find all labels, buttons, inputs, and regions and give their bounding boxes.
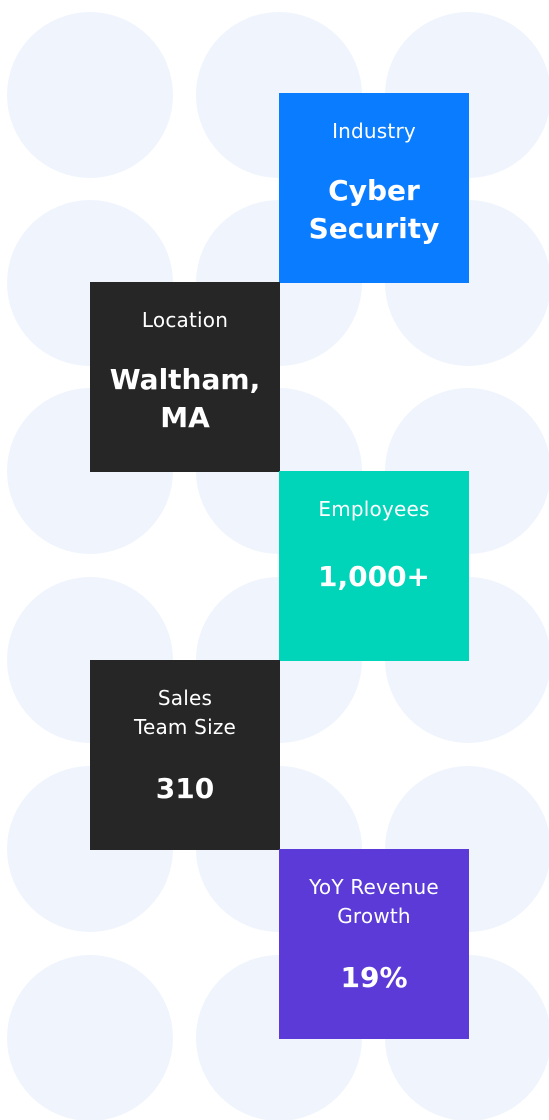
- bg-circle: [7, 955, 173, 1120]
- revenue-growth-card: YoY Revenue Growth 19%: [279, 849, 469, 1039]
- sales-team-value: 310: [155, 772, 215, 805]
- revenue-growth-value: 19%: [340, 961, 408, 994]
- industry-value-line1: Cyber: [328, 174, 420, 207]
- revenue-growth-label: YoY Revenue Growth: [279, 873, 469, 931]
- location-value: Waltham, MA: [90, 361, 280, 437]
- industry-value: Cyber Security: [279, 172, 469, 248]
- employees-value: 1,000+: [317, 560, 431, 593]
- location-label: Location: [141, 308, 229, 332]
- sales-team-label: Sales Team Size: [90, 684, 280, 742]
- industry-value-line2: Security: [308, 212, 440, 245]
- location-value-line2: MA: [160, 401, 210, 434]
- bg-circle: [7, 12, 173, 178]
- location-value-line1: Waltham,: [109, 363, 261, 396]
- sales-team-label-line1: Sales: [157, 686, 213, 710]
- revenue-growth-label-line2: Growth: [337, 904, 411, 928]
- industry-card: Industry Cyber Security: [279, 93, 469, 283]
- industry-label: Industry: [332, 119, 416, 143]
- employees-card: Employees 1,000+: [279, 471, 469, 661]
- revenue-growth-label-line1: YoY Revenue: [309, 875, 439, 899]
- sales-team-label-line2: Team Size: [133, 715, 237, 739]
- location-card: Location Waltham, MA: [90, 282, 280, 472]
- sales-team-card: Sales Team Size 310: [90, 660, 280, 850]
- employees-label: Employees: [318, 497, 430, 521]
